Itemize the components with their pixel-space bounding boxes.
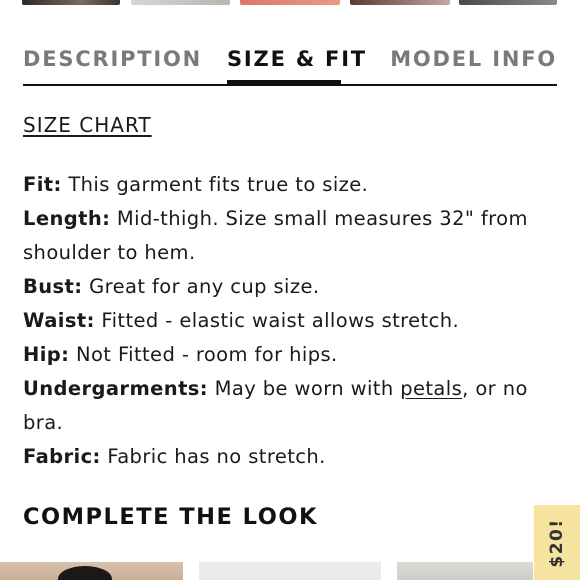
thumbnail-image[interactable] <box>459 0 557 5</box>
detail-label: Hip: <box>23 343 70 366</box>
look-product-image[interactable] <box>0 562 183 580</box>
detail-fabric: Fabric: Fabric has no stretch. <box>23 440 543 474</box>
model-hair-shape <box>58 566 112 580</box>
detail-fit: Fit: This garment fits true to size. <box>23 168 543 202</box>
promo-side-tab[interactable]: $20! <box>534 505 580 580</box>
detail-bust: Bust: Great for any cup size. <box>23 270 543 304</box>
thumbnail-image[interactable] <box>240 0 340 5</box>
thumbnail-strip <box>0 0 580 6</box>
tab-description[interactable]: DESCRIPTION <box>23 47 202 71</box>
detail-label: Undergarments: <box>23 377 209 400</box>
detail-value: May be worn with <box>214 377 394 400</box>
active-tab-indicator <box>227 80 341 86</box>
complete-the-look-carousel <box>0 562 580 580</box>
look-product-image[interactable] <box>199 562 381 580</box>
complete-the-look-heading: COMPLETE THE LOOK <box>23 504 318 530</box>
size-fit-details: Fit: This garment fits true to size. Len… <box>23 168 543 474</box>
detail-value: Great for any cup size. <box>89 275 320 298</box>
detail-waist: Waist: Fitted - elastic waist allows str… <box>23 304 543 338</box>
detail-value: Not Fitted - room for hips. <box>75 343 338 366</box>
tab-model-info[interactable]: MODEL INFO <box>390 47 557 71</box>
look-product-image[interactable] <box>397 562 533 580</box>
size-chart-link[interactable]: SIZE CHART <box>23 113 152 137</box>
detail-hip: Hip: Not Fitted - room for hips. <box>23 338 543 372</box>
detail-undergarments: Undergarments: May be worn with petals, … <box>23 372 543 440</box>
detail-label: Waist: <box>23 309 95 332</box>
detail-label: Bust: <box>23 275 83 298</box>
thumbnail-image[interactable] <box>131 0 230 5</box>
detail-label: Fit: <box>23 173 62 196</box>
detail-value: This garment fits true to size. <box>68 173 369 196</box>
detail-label: Length: <box>23 207 111 230</box>
petals-link[interactable]: petals <box>400 377 462 400</box>
promo-text: $20! <box>547 517 567 568</box>
detail-label: Fabric: <box>23 445 101 468</box>
thumbnail-image[interactable] <box>350 0 450 5</box>
detail-length: Length: Mid-thigh. Size small measures 3… <box>23 202 543 270</box>
detail-value: Fitted - elastic waist allows stretch. <box>101 309 460 332</box>
product-info-tabs: DESCRIPTION SIZE & FIT MODEL INFO <box>23 44 557 86</box>
thumbnail-image[interactable] <box>22 0 120 5</box>
tab-size-fit[interactable]: SIZE & FIT <box>227 47 367 71</box>
detail-value: Fabric has no stretch. <box>107 445 326 468</box>
